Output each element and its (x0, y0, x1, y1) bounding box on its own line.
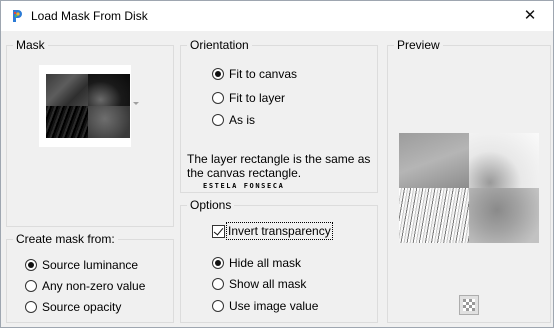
mask-group-label: Mask (13, 38, 48, 52)
radio-indicator[interactable] (25, 301, 37, 313)
invert-transparency-label: Invert transparency (226, 222, 333, 240)
checkerboard-icon[interactable] (459, 295, 479, 315)
as-is-label: As is (229, 113, 256, 127)
orientation-group-label: Orientation (187, 38, 252, 52)
options-group-label: Options (187, 198, 235, 212)
radio-indicator[interactable] (212, 114, 224, 126)
create-mask-from-label: Create mask from: (13, 232, 118, 246)
show-all-mask-label: Show all mask (229, 277, 307, 291)
hide-all-mask-label: Hide all mask (229, 256, 302, 270)
invert-transparency-checkbox[interactable]: Invert transparency (212, 222, 333, 240)
chevron-down-icon[interactable] (133, 102, 139, 105)
radio-indicator[interactable] (212, 257, 224, 269)
fit-to-canvas-label: Fit to canvas (229, 67, 298, 81)
radio-show-all-mask[interactable]: Show all mask (212, 275, 306, 293)
radio-indicator[interactable] (25, 259, 37, 271)
orientation-description: The layer rectangle is the same as the c… (187, 152, 371, 180)
paintshop-app-icon (13, 10, 22, 22)
radio-use-image-value[interactable]: Use image value (212, 297, 318, 315)
radio-indicator[interactable] (212, 300, 224, 312)
title-bar[interactable]: Load Mask From Disk ✕ (1, 1, 553, 31)
checkbox-indicator[interactable] (212, 224, 225, 238)
radio-indicator[interactable] (25, 280, 37, 292)
watermark-text: ESTELA FONSECA (203, 182, 285, 190)
radio-source-luminance[interactable]: Source luminance (25, 256, 138, 274)
mask-thumbnail (46, 74, 130, 138)
source-luminance-label: Source luminance (42, 258, 139, 272)
radio-source-opacity[interactable]: Source opacity (25, 298, 121, 316)
preview-group-label: Preview (394, 38, 443, 52)
source-opacity-label: Source opacity (42, 300, 122, 314)
any-non-zero-label: Any non-zero value (42, 279, 146, 293)
radio-fit-to-canvas[interactable]: Fit to canvas (212, 65, 297, 83)
window-title: Load Mask From Disk (31, 9, 148, 23)
mask-dropdown[interactable] (39, 65, 131, 147)
radio-hide-all-mask[interactable]: Hide all mask (212, 254, 301, 272)
preview-image (399, 133, 539, 243)
radio-as-is[interactable]: As is (212, 111, 255, 129)
radio-any-non-zero[interactable]: Any non-zero value (25, 277, 145, 295)
dialog-window: Load Mask From Disk ✕ Mask Create mask f… (0, 0, 554, 328)
radio-indicator[interactable] (212, 68, 224, 80)
close-button[interactable]: ✕ (507, 1, 553, 31)
radio-indicator[interactable] (212, 278, 224, 290)
radio-fit-to-layer[interactable]: Fit to layer (212, 89, 285, 107)
fit-to-layer-label: Fit to layer (229, 91, 286, 105)
use-image-value-label: Use image value (229, 299, 319, 313)
radio-indicator[interactable] (212, 92, 224, 104)
